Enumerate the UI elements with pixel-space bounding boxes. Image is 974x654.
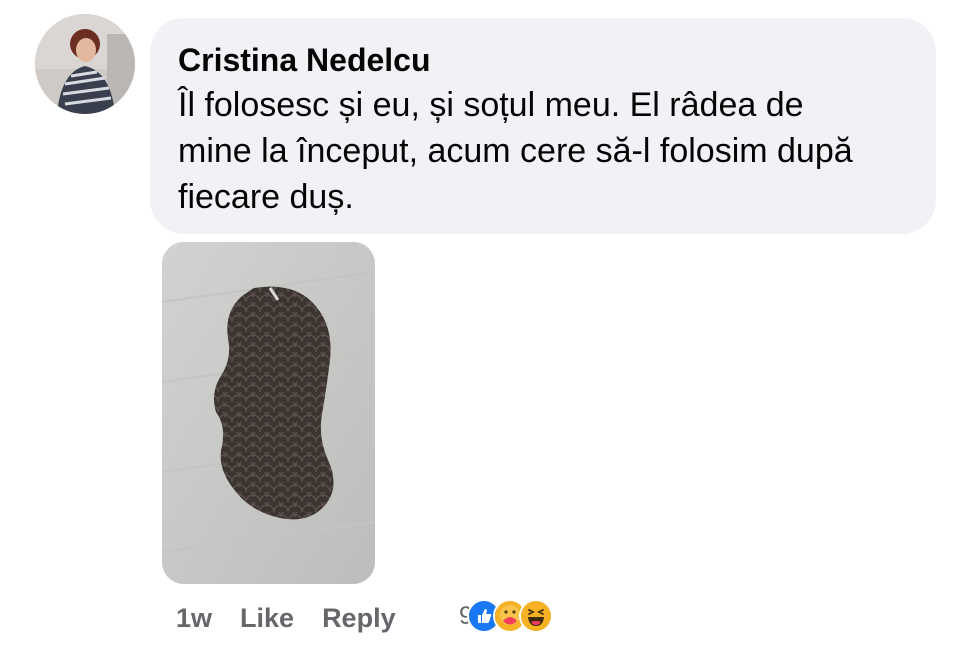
avatar[interactable] [35, 14, 135, 114]
reply-button[interactable]: Reply [322, 603, 396, 634]
profile-photo-icon [35, 14, 135, 114]
comment-author[interactable]: Cristina Nedelcu [178, 40, 906, 80]
comment-bubble: Cristina Nedelcu Îl folosesc și eu, și s… [150, 18, 936, 234]
like-button[interactable]: Like [240, 603, 294, 634]
haha-icon [518, 599, 553, 633]
reactions-summary[interactable]: 9 [459, 596, 553, 636]
photo-attachment[interactable] [162, 242, 375, 584]
comment-actions: 1w Like Reply [176, 598, 396, 638]
timestamp[interactable]: 1w [176, 603, 212, 634]
comment-container: Cristina Nedelcu Îl folosesc și eu, și s… [0, 0, 974, 654]
photo-attachment-icon [162, 242, 375, 584]
comment-text: Îl folosesc și eu, și soțul meu. El râde… [178, 86, 853, 216]
